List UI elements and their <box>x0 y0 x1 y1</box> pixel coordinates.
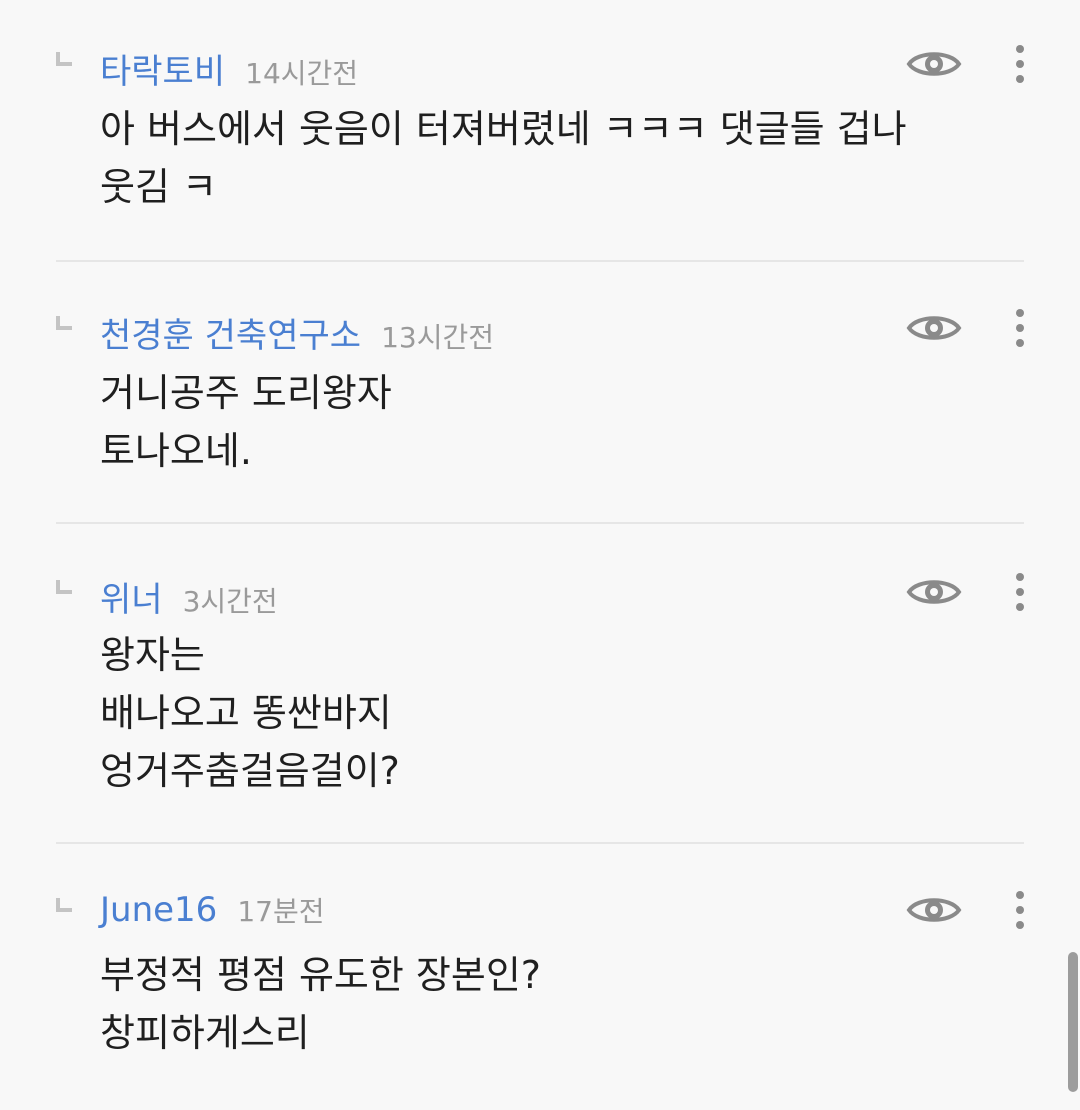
comment-time: 3시간전 <box>182 585 278 618</box>
more-vertical-icon[interactable] <box>1006 44 1034 84</box>
reply-indicator-icon <box>56 898 72 912</box>
more-vertical-icon[interactable] <box>1006 572 1034 612</box>
reply-indicator-icon <box>56 580 72 594</box>
comment-line: 아 버스에서 웃음이 터져버렸네 ㅋㅋㅋ 댓글들 겁나 <box>100 107 907 151</box>
reply-indicator-icon <box>56 52 72 66</box>
comment-line: 창피하게스리 <box>100 1011 310 1055</box>
comment-body: 거니공주 도리왕자 토나오네. <box>100 364 1030 480</box>
divider <box>56 260 1024 262</box>
comment-time: 13시간전 <box>381 321 494 354</box>
scrollbar-thumb[interactable] <box>1068 952 1078 1092</box>
comment-body: 왕자는 배나오고 똥싼바지 엉거주춤걸음걸이? <box>100 626 1030 800</box>
comment-body: 아 버스에서 웃음이 터져버렸네 ㅋㅋㅋ 댓글들 겁나 웃김 ㅋ <box>100 100 1030 216</box>
comment-author[interactable]: 위너 <box>100 572 163 621</box>
comment-line: 토나오네. <box>100 429 252 473</box>
more-vertical-icon[interactable] <box>1006 890 1034 930</box>
comment-line: 왕자는 <box>100 633 205 677</box>
comment-line: 웃김 ㅋ <box>100 165 217 209</box>
comment-meta: 타락토비 14시간전 <box>100 44 358 93</box>
comment-line: 거니공주 도리왕자 <box>100 371 392 415</box>
more-vertical-icon[interactable] <box>1006 308 1034 348</box>
eye-icon[interactable] <box>906 46 962 82</box>
comment-line: 엉거주춤걸음걸이? <box>100 749 400 793</box>
comment-body: 부정적 평점 유도한 장본인? 창피하게스리 <box>100 946 1030 1062</box>
divider <box>56 522 1024 524</box>
comment-author[interactable]: June16 <box>100 890 217 930</box>
comment-time: 17분전 <box>237 895 325 928</box>
eye-icon[interactable] <box>906 892 962 928</box>
reply-indicator-icon <box>56 316 72 330</box>
eye-icon[interactable] <box>906 574 962 610</box>
comment-line: 부정적 평점 유도한 장본인? <box>100 953 541 997</box>
comment-meta: 천경훈 건축연구소 13시간전 <box>100 308 494 357</box>
eye-icon[interactable] <box>906 310 962 346</box>
comment-author[interactable]: 타락토비 <box>100 44 225 93</box>
divider <box>56 842 1024 844</box>
comment-time: 14시간전 <box>245 57 359 90</box>
comment-author[interactable]: 천경훈 건축연구소 <box>100 308 361 357</box>
comment-list: 타락토비 14시간전 아 버스에서 웃음이 터져버렸네 ㅋㅋㅋ 댓글들 겁나 웃… <box>0 0 1080 1110</box>
comment-meta: 위너 3시간전 <box>100 572 278 621</box>
comment-meta: June16 17분전 <box>100 890 324 930</box>
comment-line: 배나오고 똥싼바지 <box>100 691 392 735</box>
